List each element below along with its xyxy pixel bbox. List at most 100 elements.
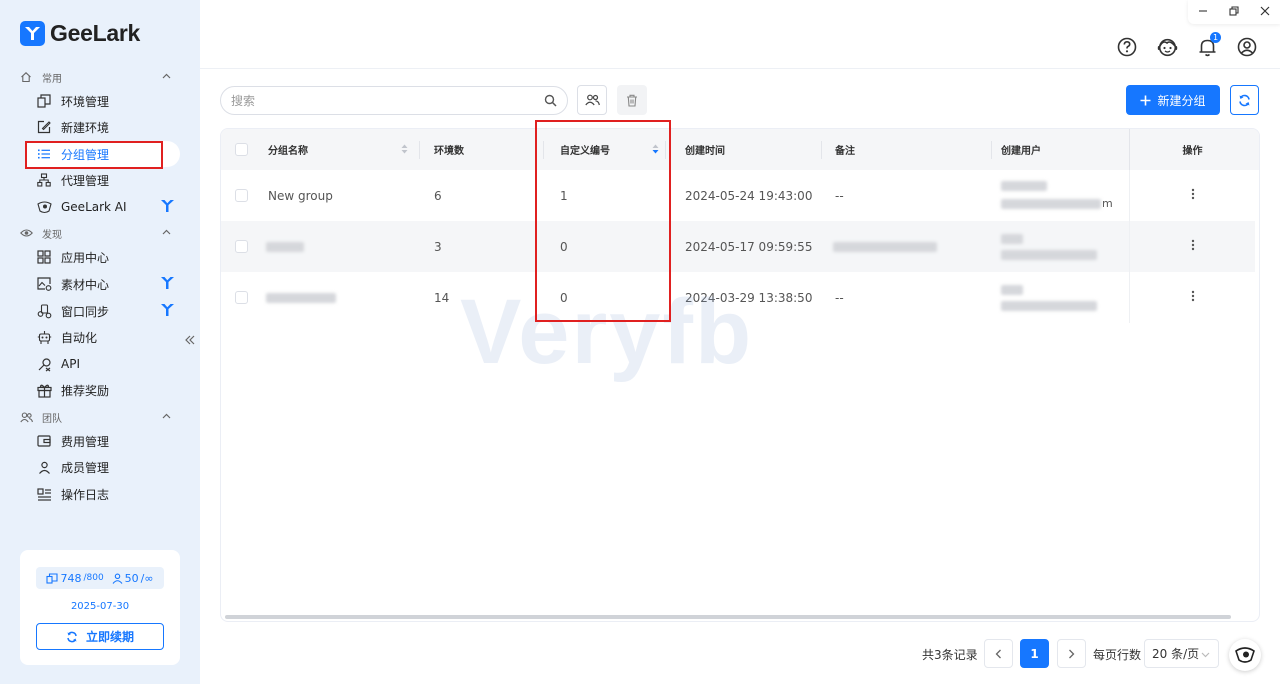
trash-icon bbox=[627, 94, 637, 107]
notification-bell-icon[interactable]: 1 bbox=[1196, 32, 1221, 58]
row-checkbox[interactable] bbox=[235, 291, 248, 304]
table-row[interactable]: New group 6 1 2024-05-24 19:43:00 -- m bbox=[221, 170, 1255, 221]
refresh-icon bbox=[67, 631, 77, 642]
redacted-text bbox=[266, 241, 304, 252]
sidebar-item-proxy-manage[interactable]: 代理管理 bbox=[26, 167, 180, 193]
section-discover[interactable]: 发现 bbox=[20, 224, 175, 242]
chevron-left-icon bbox=[995, 649, 1001, 658]
chevron-up-icon[interactable] bbox=[162, 411, 171, 422]
section-label: 团队 bbox=[42, 413, 62, 425]
sidebar-item-label: 环境管理 bbox=[61, 94, 110, 109]
more-actions-icon[interactable] bbox=[1191, 188, 1195, 204]
creator-cell bbox=[1001, 272, 1097, 323]
create-group-button[interactable]: 新建分组 bbox=[1126, 85, 1220, 115]
table-row[interactable]: 14 0 2024-03-29 13:38:50 -- bbox=[221, 272, 1255, 323]
sidebar-item-geelark-ai[interactable]: GeeLark AI bbox=[26, 194, 180, 220]
geelark-logo-icon bbox=[20, 21, 45, 46]
more-actions-icon[interactable] bbox=[1191, 290, 1195, 306]
select-all-checkbox[interactable] bbox=[235, 143, 248, 156]
renew-button[interactable]: 立即续期 bbox=[36, 623, 164, 650]
rows-per-page-select[interactable]: 20 条/页 bbox=[1144, 639, 1219, 668]
env-count-cell: 6 bbox=[434, 188, 442, 203]
sidebar-item-label: 代理管理 bbox=[61, 173, 110, 188]
redacted-text bbox=[266, 292, 336, 303]
app-grid-icon bbox=[36, 249, 52, 265]
sidebar-item-new-env[interactable]: 新建环境 bbox=[26, 114, 180, 140]
note-cell: -- bbox=[835, 290, 844, 305]
restore-icon[interactable] bbox=[1229, 5, 1239, 19]
sidebar-item-api[interactable]: API bbox=[26, 351, 180, 377]
search-box[interactable] bbox=[220, 86, 568, 115]
table-row[interactable]: 3 0 2024-05-17 09:59:55 bbox=[221, 221, 1255, 272]
gift-icon bbox=[36, 382, 52, 398]
help-icon[interactable] bbox=[1116, 36, 1138, 58]
ai-eye-icon bbox=[36, 199, 52, 215]
redacted-text bbox=[1001, 284, 1023, 295]
sort-icon[interactable] bbox=[401, 143, 408, 158]
sidebar-item-material-center[interactable]: 素材中心 bbox=[26, 271, 180, 297]
member-filter-button[interactable] bbox=[577, 85, 607, 115]
sidebar-item-referral[interactable]: 推荐奖励 bbox=[26, 377, 180, 403]
created-time-cell: 2024-05-17 09:59:55 bbox=[685, 239, 813, 254]
sidebar-item-label: 操作日志 bbox=[61, 487, 110, 502]
column-header-group-name[interactable]: 分组名称 bbox=[268, 129, 420, 170]
env-usage: 748/800 bbox=[46, 572, 104, 585]
prev-page-button[interactable] bbox=[984, 639, 1013, 668]
env-count-icon bbox=[46, 572, 59, 584]
app-logo[interactable]: GeeLark bbox=[20, 20, 140, 47]
new-feature-icon bbox=[161, 304, 174, 319]
plan-expire-date: 2025-07-30 bbox=[70, 601, 130, 612]
sidebar-item-members[interactable]: 成员管理 bbox=[26, 454, 180, 480]
ai-assistant-button[interactable] bbox=[1229, 639, 1261, 671]
sidebar: GeeLark 常用 环境管理 新建环境 分组管理 代理管理 GeeLark A… bbox=[0, 0, 200, 684]
close-icon[interactable] bbox=[1260, 5, 1270, 19]
creator-cell: m bbox=[1001, 170, 1113, 221]
chevron-down-icon bbox=[1201, 648, 1210, 662]
horizontal-scrollbar[interactable] bbox=[225, 615, 1231, 619]
more-actions-icon[interactable] bbox=[1191, 239, 1195, 255]
chevron-up-icon[interactable] bbox=[162, 71, 171, 82]
sidebar-item-billing[interactable]: 费用管理 bbox=[26, 428, 180, 454]
row-select-cell bbox=[235, 170, 248, 221]
sync-window-icon bbox=[36, 303, 52, 319]
page-number-button[interactable]: 1 bbox=[1020, 639, 1049, 668]
sidebar-item-automation[interactable]: 自动化 bbox=[26, 324, 180, 350]
sidebar-item-label: GeeLark AI bbox=[61, 200, 127, 214]
section-team[interactable]: 团队 bbox=[20, 408, 175, 426]
search-input[interactable] bbox=[231, 93, 531, 108]
minimize-icon[interactable] bbox=[1198, 5, 1208, 19]
chevron-up-icon[interactable] bbox=[162, 227, 171, 238]
refresh-button[interactable] bbox=[1230, 85, 1259, 115]
search-icon[interactable] bbox=[544, 94, 557, 110]
sidebar-item-app-center[interactable]: 应用中心 bbox=[26, 244, 180, 270]
next-page-button[interactable] bbox=[1057, 639, 1086, 668]
sidebar-item-label: 窗口同步 bbox=[61, 304, 110, 319]
window-controls bbox=[1188, 0, 1280, 24]
user-avatar-icon[interactable] bbox=[1236, 36, 1258, 58]
collapse-sidebar-icon[interactable] bbox=[184, 334, 196, 350]
redacted-text bbox=[1001, 198, 1101, 209]
delete-button[interactable] bbox=[617, 85, 647, 115]
sidebar-item-window-sync[interactable]: 窗口同步 bbox=[26, 298, 180, 324]
row-checkbox[interactable] bbox=[235, 240, 248, 253]
sidebar-item-env-manage[interactable]: 环境管理 bbox=[26, 88, 180, 114]
section-common[interactable]: 常用 bbox=[20, 68, 175, 86]
customer-service-icon[interactable] bbox=[1156, 36, 1178, 58]
column-header-created-time: 创建时间 bbox=[685, 129, 822, 170]
api-tool-icon bbox=[36, 356, 52, 372]
sidebar-item-op-log[interactable]: 操作日志 bbox=[26, 481, 180, 507]
column-header-note: 备注 bbox=[835, 129, 992, 170]
sidebar-item-label: 素材中心 bbox=[61, 277, 110, 292]
row-actions bbox=[1129, 272, 1255, 323]
section-label: 常用 bbox=[42, 73, 62, 85]
column-header-creator: 创建用户 bbox=[1001, 146, 1041, 157]
team-icon bbox=[20, 411, 33, 424]
refresh-icon bbox=[1239, 94, 1250, 106]
highlight-box-group-manage bbox=[25, 141, 163, 169]
select-all-cell bbox=[235, 129, 265, 170]
row-select-cell bbox=[235, 272, 248, 323]
row-checkbox[interactable] bbox=[235, 189, 248, 202]
table-header: 分组名称 环境数 自定义编号 创建时间 备注 创建用户 操作 bbox=[221, 129, 1259, 170]
created-time-cell: 2024-05-24 19:43:00 bbox=[685, 188, 813, 203]
note-cell bbox=[833, 221, 937, 272]
